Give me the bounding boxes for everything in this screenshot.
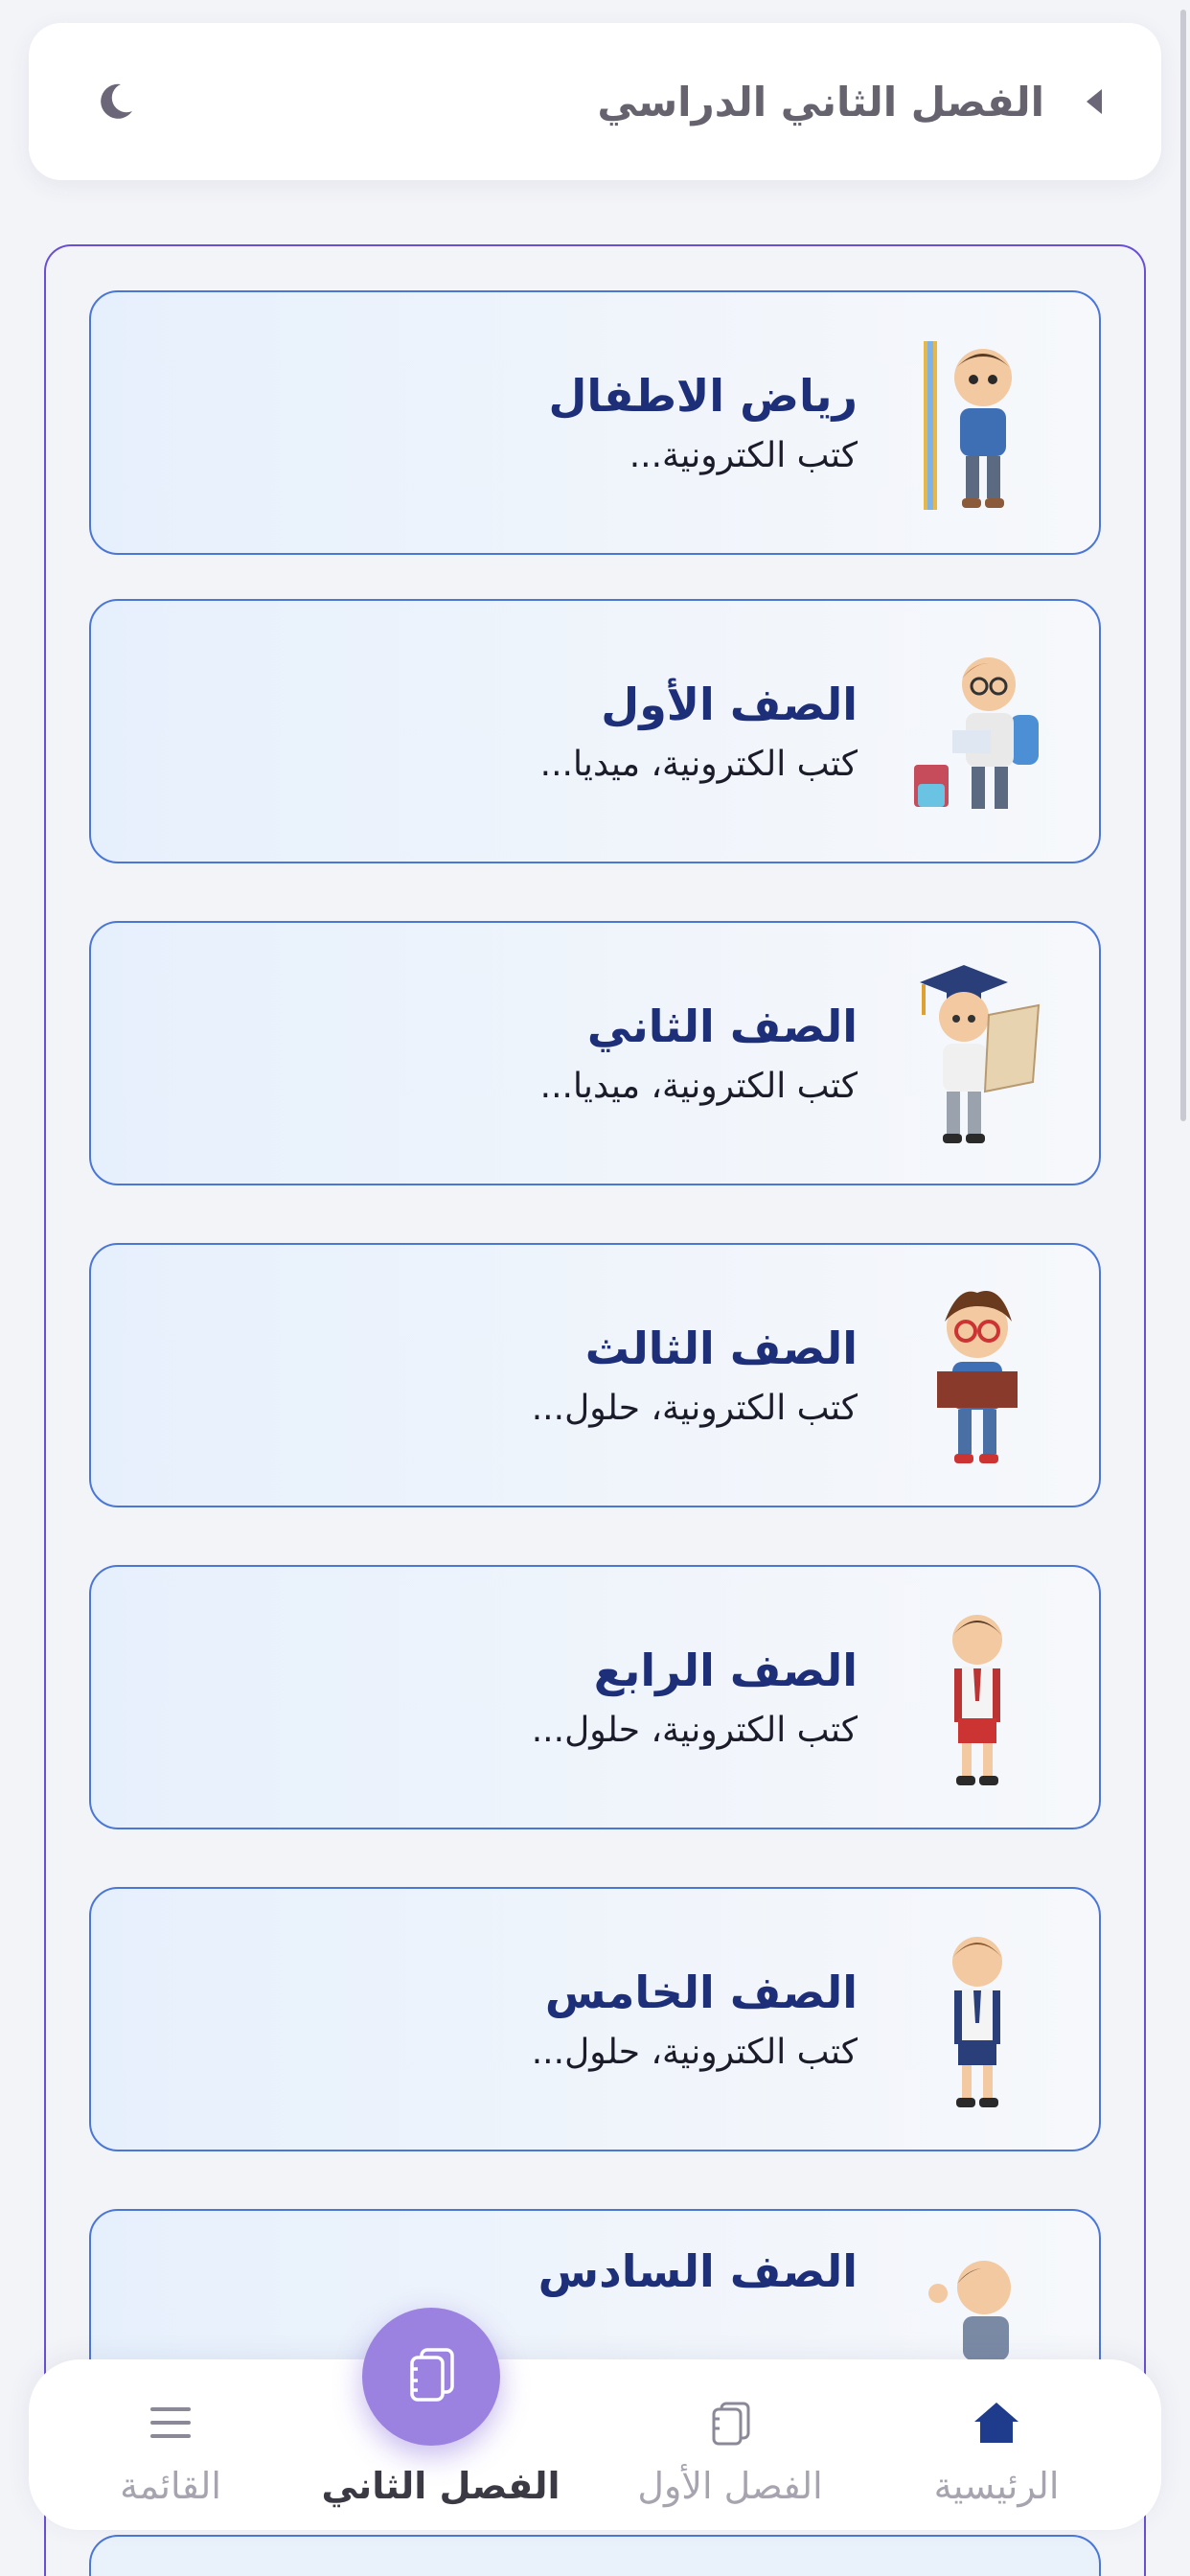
card-title: الصف الثالث <box>584 1322 858 1374</box>
grade-card-fourth[interactable]: الصف الرابع كتب الكترونية، حلول... <box>89 1565 1101 1829</box>
nav-label: الفصل الثاني <box>321 2465 561 2507</box>
nav-label: الفصل الأول <box>637 2465 823 2507</box>
card-title: الصف الخامس <box>544 1966 858 2018</box>
chevron-right-icon[interactable] <box>1087 89 1102 114</box>
card-title: رياض الاطفال <box>548 369 858 422</box>
card-title: الصف الرابع <box>593 1644 858 1696</box>
grade-card-next[interactable] <box>89 2535 1101 2576</box>
card-title: الصف الثاني <box>586 1000 858 1052</box>
student-character-icon <box>905 1601 1049 1793</box>
card-title: الصف السادس <box>538 2245 858 2297</box>
card-subtitle: كتب الكترونية... <box>629 436 858 476</box>
grade-card-fifth[interactable]: الصف الخامس كتب الكترونية، حلول... <box>89 1887 1101 2151</box>
card-title: الصف الأول <box>601 678 858 730</box>
nav-menu[interactable]: القائمة <box>65 2359 276 2530</box>
home-icon <box>973 2398 1020 2448</box>
card-subtitle: كتب الكترونية، ميديا... <box>539 1067 858 1107</box>
scrollbar[interactable] <box>1180 10 1186 1121</box>
graduate-character-icon <box>905 957 1049 1149</box>
card-subtitle: كتب الكترونية، حلول... <box>531 1711 858 1751</box>
top-header: الفصل الثاني الدراسي <box>29 23 1161 180</box>
reading-student-icon <box>905 1279 1049 1471</box>
notebook-icon <box>708 2398 752 2448</box>
moon-icon[interactable] <box>92 79 138 125</box>
student-character-icon <box>905 1923 1049 2115</box>
student-character-icon <box>905 635 1049 827</box>
page-title: الفصل الثاني الدراسي <box>597 78 1044 126</box>
nav-label: القائمة <box>120 2465 221 2507</box>
card-subtitle: كتب الكترونية، ميديا... <box>539 745 858 785</box>
bottom-navigation: الرئيسية الفصل الأول الفصل الثاني القائم… <box>29 2359 1161 2530</box>
nav-first-term[interactable]: الفصل الأول <box>606 2359 855 2530</box>
card-subtitle: كتب الكترونية، حلول... <box>531 2033 858 2073</box>
grade-card-third[interactable]: الصف الثالث كتب الكترونية، حلول... <box>89 1243 1101 1507</box>
card-subtitle: كتب الكترونية، حلول... <box>531 1389 858 1429</box>
second-term-fab[interactable] <box>362 2308 500 2446</box>
nav-label: الرئيسية <box>933 2465 1060 2507</box>
grade-card-second[interactable]: الصف الثاني كتب الكترونية، ميديا... <box>89 921 1101 1185</box>
waving-student-icon <box>905 2245 1049 2360</box>
grade-card-kindergarten[interactable]: رياض الاطفال كتب الكترونية... <box>89 290 1101 555</box>
notebook-icon <box>404 2346 458 2407</box>
menu-icon <box>150 2398 191 2448</box>
grade-card-first[interactable]: الصف الأول كتب الكترونية، ميديا... <box>89 599 1101 863</box>
nav-home[interactable]: الرئيسية <box>891 2359 1102 2530</box>
student-character-icon <box>905 327 1049 518</box>
